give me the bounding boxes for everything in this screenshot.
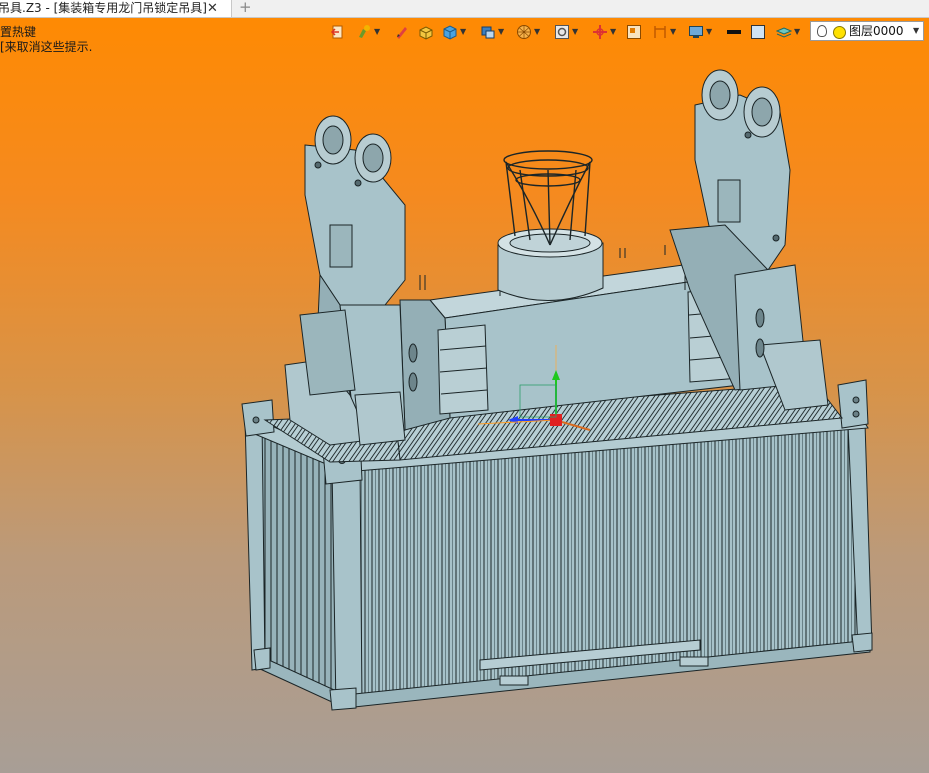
new-tab-icon[interactable]: +: [239, 0, 252, 16]
paint-icon[interactable]: ▼: [356, 23, 384, 41]
cube-icon[interactable]: ▼: [442, 23, 470, 41]
fill-color-icon[interactable]: [750, 23, 768, 41]
layer-name: 图层0000: [849, 24, 904, 38]
view-cube-icon[interactable]: ▼: [480, 23, 508, 41]
pen-icon[interactable]: [394, 23, 412, 41]
line-color-icon[interactable]: [726, 23, 744, 41]
render-sphere-icon[interactable]: ▼: [516, 23, 544, 41]
exit-icon[interactable]: [330, 23, 348, 41]
tab-bar: 吊具.Z3 - [集装箱专用龙门吊锁定吊具] ✕ +: [0, 0, 929, 18]
document-tab[interactable]: 吊具.Z3 - [集装箱专用龙门吊锁定吊具] ✕: [0, 0, 232, 17]
layer-color-icon: [833, 26, 846, 39]
display-icon[interactable]: ▼: [688, 23, 716, 41]
layer-dropdown[interactable]: 图层0000 ▼: [810, 21, 924, 41]
model-viewport[interactable]: [0, 44, 929, 773]
zoom-fit-icon[interactable]: ▼: [554, 23, 582, 41]
close-tab-icon[interactable]: ✕: [207, 0, 218, 17]
lightbulb-icon[interactable]: [817, 25, 827, 37]
chevron-down-icon[interactable]: ▼: [913, 22, 919, 40]
pan-icon[interactable]: ▼: [592, 23, 620, 41]
left-lift-tower: [284, 115, 418, 446]
frame-icon[interactable]: [626, 23, 644, 41]
layer-stack-icon[interactable]: ▼: [776, 23, 804, 41]
rotating-drum: [497, 150, 604, 301]
document-tab-title: 吊具.Z3 - [集装箱专用龙门吊锁定吊具]: [0, 1, 207, 15]
section-icon[interactable]: ▼: [652, 23, 680, 41]
solid-icon[interactable]: [418, 23, 436, 41]
